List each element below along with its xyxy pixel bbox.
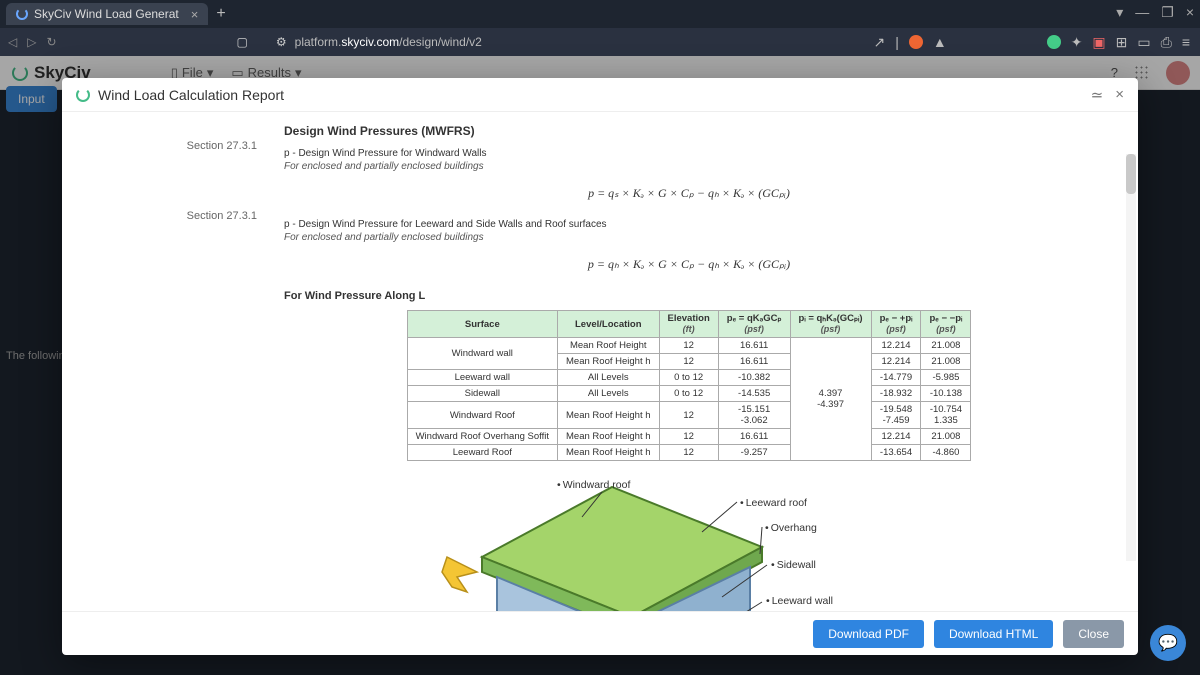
section-ref-a: Section 27.3.1 (62, 140, 257, 152)
table-row: Leeward wallAll Levels0 to 12-10.382-14.… (407, 370, 971, 386)
window-minimize-icon[interactable]: — (1135, 4, 1149, 21)
ext-icon-2[interactable]: ✦ (1071, 34, 1083, 51)
reload-icon[interactable]: ↻ (46, 35, 56, 49)
window-min-icon[interactable]: ▾ (1116, 4, 1123, 21)
browser-tab[interactable]: SkyCiv Wind Load Generat × (6, 3, 208, 25)
table-row: Windward wallMean Roof Height1216.6114.3… (407, 338, 971, 354)
para-a-line: p - Design Wind Pressure for Windward Wa… (284, 148, 1116, 159)
download-pdf-button[interactable]: Download PDF (813, 620, 924, 648)
ext-icon-3[interactable]: ▣ (1092, 34, 1105, 51)
window-close-icon[interactable]: × (1186, 4, 1194, 21)
bookmark-icon[interactable]: ▢ (237, 35, 248, 49)
section-ref-b: Section 27.3.1 (62, 210, 257, 222)
forward-icon[interactable]: ▷ (27, 35, 36, 49)
label-lw-roof: Leeward roof (740, 497, 807, 509)
formula-a: p = qₛ × Kₔ × G × Cₚ − qₕ × Kₔ × (GCₚᵢ) (262, 186, 1116, 201)
pressure-table: Surface Level/Location Elevation(ft) pₑ … (407, 310, 972, 461)
report-body[interactable]: Design Wind Pressures (MWFRS) Section 27… (62, 112, 1138, 611)
tab-favicon (16, 8, 28, 20)
new-tab-button[interactable]: + (216, 5, 225, 23)
modal-title: Wind Load Calculation Report (98, 87, 284, 103)
modal-logo-icon (76, 88, 90, 102)
table-row: SidewallAll Levels0 to 12-14.535-18.932-… (407, 386, 971, 402)
back-icon[interactable]: ◁ (8, 35, 17, 49)
table-row: Windward Roof Overhang SoffitMean Roof H… (407, 429, 971, 445)
share-icon[interactable]: ↗ (873, 34, 885, 51)
tab-close-icon[interactable]: × (191, 7, 199, 22)
th-surface: Surface (407, 311, 557, 338)
para-a-note: For enclosed and partially enclosed buil… (284, 161, 1116, 172)
along-heading: For Wind Pressure Along L (284, 290, 1116, 302)
th-ppos: pₑ − +pᵢ(psf) (871, 311, 921, 338)
warn-icon[interactable]: ▲ (933, 34, 947, 50)
window-restore-icon[interactable]: ❐ (1161, 4, 1174, 21)
report-scrollbar[interactable] (1126, 154, 1136, 561)
label-sidewall: Sidewall (771, 559, 816, 571)
th-elev: Elevation(ft) (659, 311, 718, 338)
label-ww-roof: Windward roof (557, 479, 630, 491)
label-overhang: Overhang (765, 522, 817, 534)
site-settings-icon[interactable]: ⚙ (276, 35, 287, 49)
close-button[interactable]: Close (1063, 620, 1124, 648)
th-pneg: pₑ − −pᵢ(psf) (921, 311, 971, 338)
panel-icon[interactable]: ▭ (1137, 34, 1150, 51)
th-level: Level/Location (558, 311, 660, 338)
building-diagram: Windward roof Leeward roof Overhang Side… (282, 477, 1116, 611)
table-row: Leeward RoofMean Roof Height h12-9.257-1… (407, 445, 971, 461)
download-html-button[interactable]: Download HTML (934, 620, 1053, 648)
filter-icon[interactable]: ≃ (1091, 86, 1104, 104)
th-pi: pᵢ = qₕKₔ(GCₚᵢ)(psf) (790, 311, 871, 338)
save-page-icon[interactable]: ⎙ (1161, 34, 1172, 51)
modal-close-icon[interactable]: × (1115, 86, 1124, 104)
ext-badge-1[interactable] (909, 35, 923, 49)
label-lw-wall: Leeward wall (766, 595, 833, 607)
report-modal: Wind Load Calculation Report ≃ × Design … (62, 78, 1138, 655)
table-row: Windward RoofMean Roof Height h12-15.151… (407, 402, 971, 429)
para-b-note: For enclosed and partially enclosed buil… (284, 232, 1116, 243)
formula-b: p = qₕ × Kₔ × G × Cₚ − qₕ × Kₔ × (GCₚᵢ) (262, 257, 1116, 272)
tab-title: SkyCiv Wind Load Generat (34, 7, 179, 21)
menu-icon[interactable]: ≡ (1182, 34, 1190, 50)
para-b-line: p - Design Wind Pressure for Leeward and… (284, 219, 1116, 230)
chat-bubble-icon[interactable]: 💬 (1150, 625, 1186, 661)
extensions-icon[interactable]: ⊞ (1116, 34, 1128, 51)
section-heading: Design Wind Pressures (MWFRS) (284, 124, 1116, 138)
ext-icon-1[interactable] (1047, 35, 1061, 49)
url-text: platform.skyciv.com/design/wind/v2 (295, 35, 482, 49)
th-pe: pₑ = qKₔGCₚ(psf) (718, 311, 790, 338)
